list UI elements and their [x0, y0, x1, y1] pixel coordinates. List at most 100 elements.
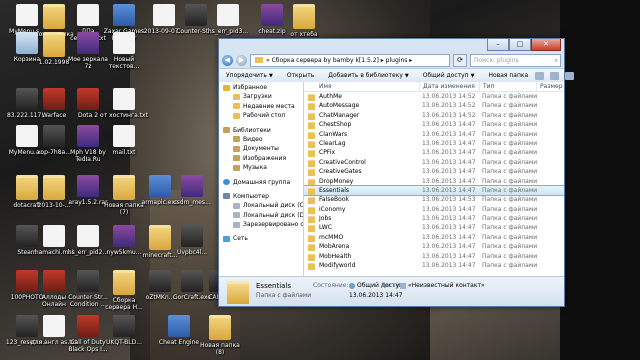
computer-icon — [223, 193, 230, 200]
archive-icon — [113, 225, 135, 247]
nav-item[interactable]: Локальный диск (C:) — [219, 201, 303, 210]
minimize-button[interactable]: – — [487, 39, 509, 51]
nav-item[interactable]: Музыка — [219, 163, 303, 172]
table-row[interactable]: mcMMO 13.06.2013 14:47 Папка с файлами — [304, 233, 564, 242]
back-button[interactable]: ◀ — [222, 54, 233, 66]
address-path: « Сборка сервера by bamby k[1.5.2] ▸ plu… — [266, 56, 413, 64]
desktop-icon[interactable]: Новый текстов... — [100, 32, 148, 70]
table-row[interactable]: MobArena 13.06.2013 14:47 Папка с файлами — [304, 242, 564, 252]
file-name: AuthMe — [319, 93, 342, 100]
window-controls: – □ ✕ — [487, 39, 561, 51]
close-button[interactable]: ✕ — [531, 39, 561, 51]
table-row[interactable]: ChatManager 13.06.2013 14:52 Папка с файла… — [304, 111, 564, 120]
nav-item[interactable]: Рабочий стол — [219, 111, 303, 120]
file-type: Папка с файлами — [482, 93, 538, 100]
table-row[interactable]: AutoMessage 13.06.2013 14:52 Папка с файла… — [304, 101, 564, 111]
table-row[interactable]: iConomy 13.06.2013 14:47 Папка с файлами — [304, 205, 564, 214]
file-type: Папка с файлами — [482, 196, 538, 204]
table-row[interactable]: LWC 13.06.2013 14:47 Папка с файлами — [304, 223, 564, 233]
table-row[interactable]: ClanWars 13.06.2013 14:47 Папка с файлами — [304, 130, 564, 139]
desktop-icon[interactable]: от хостинга.txt — [100, 88, 148, 119]
nav-item[interactable]: Зарезервировано сис — [219, 220, 303, 229]
column-name[interactable]: Имя — [316, 82, 332, 91]
share-button[interactable]: Общий доступ ▼ — [416, 72, 482, 79]
file-type: Папка с файлами — [482, 158, 538, 166]
nav-item[interactable]: Загрузки — [219, 92, 303, 101]
table-row[interactable]: ClearLag 13.06.2013 14:47 Папка с файлами — [304, 139, 564, 148]
desktop-icon[interactable]: csdm_mes... — [168, 175, 216, 206]
nav-item[interactable]: Сеть — [219, 234, 303, 243]
file-date: 13.06.2013 14:47 — [422, 224, 476, 232]
table-row[interactable]: CPFix 13.06.2013 14:47 Папка с файлами — [304, 148, 564, 158]
table-row[interactable]: Essentials 13.06.2013 14:47 Папка с файлам… — [304, 184, 564, 197]
document-icon — [77, 225, 99, 247]
column-size[interactable]: Размер — [536, 82, 563, 91]
nav-item[interactable]: Компьютер — [219, 192, 303, 201]
document-icon — [77, 4, 99, 26]
desktop-icon-label: UKQT-BLD... — [106, 339, 142, 346]
desktop-icon[interactable]: от хтеба — [280, 4, 328, 38]
preview-pane-icon[interactable] — [550, 71, 560, 80]
open-button[interactable]: Открыть — [280, 72, 321, 79]
column-date[interactable]: Дата изменения — [419, 82, 475, 91]
nav-item[interactable]: Недавние места — [219, 102, 303, 111]
address-row: ◀ ▶ « Сборка сервера by bamby k[1.5.2] ▸… — [222, 53, 561, 67]
table-row[interactable]: Jobs 13.06.2013 14:47 Папка с файлами — [304, 214, 564, 224]
desktop-icon-label: от хостинга.txt — [100, 112, 148, 119]
organize-button[interactable]: Упорядочить ▼ — [219, 72, 280, 79]
library-icon — [233, 164, 240, 171]
nav-item[interactable]: Домашняя группа — [219, 178, 303, 187]
star-icon — [223, 84, 230, 91]
nav-item[interactable]: Библиотеки — [219, 126, 303, 135]
new-folder-button[interactable]: Новая папка — [481, 72, 535, 79]
folder-icon — [233, 93, 240, 100]
table-row[interactable]: DropMoney 13.06.2013 14:47 Папка с файлами — [304, 177, 564, 186]
desktop-icon-label: Новый текстов... — [108, 56, 140, 70]
desktop-icon[interactable]: UKQT-BLD... — [100, 315, 148, 346]
nav-item-label: Загрузки — [243, 93, 272, 101]
file-type: Папка с файлами — [482, 233, 538, 241]
app-icon — [168, 315, 190, 337]
desktop-icon[interactable]: Uvpbc4l... — [168, 225, 216, 256]
file-date: 13.06.2013 14:52 — [422, 93, 476, 100]
view-options-icon[interactable] — [535, 71, 545, 80]
file-type: Папка с файлами — [482, 102, 538, 110]
nav-item[interactable]: Локальный диск (D:) — [219, 211, 303, 220]
view-controls — [535, 71, 580, 80]
refresh-button[interactable]: ⟳ — [453, 53, 467, 67]
table-row[interactable]: MobHealth 13.06.2013 14:47 Папка с файлами — [304, 252, 564, 261]
window-titlebar[interactable]: – □ ✕ — [219, 39, 564, 52]
details-name: Essentials — [256, 282, 292, 290]
table-row[interactable]: ChestShop 13.06.2013 14:47 Папка с файлами — [304, 120, 564, 130]
table-row[interactable]: AuthMe 13.06.2013 14:52 Папка с файлами — [304, 92, 564, 101]
file-date: 13.06.2013 14:47 — [422, 158, 476, 166]
table-row[interactable]: CreativeControl 13.06.2013 14:47 Папка с ф… — [304, 158, 564, 167]
folder-icon — [308, 263, 315, 271]
table-row[interactable]: Modifyworld 13.06.2013 14:47 Папка с файла… — [304, 261, 564, 271]
folder-icon — [308, 131, 315, 139]
search-input[interactable]: Поиск: plugins ⌕ — [470, 53, 561, 67]
forward-button[interactable]: ▶ — [236, 54, 247, 66]
folder-icon — [227, 281, 249, 304]
maximize-button[interactable]: □ — [509, 39, 531, 51]
desktop-icon[interactable]: Новая папка (8) — [196, 315, 244, 356]
table-row[interactable]: FalseBook 13.06.2013 14:53 Папка с файлами — [304, 195, 564, 205]
add-to-library-button[interactable]: Добавить в библиотеку ▼ — [321, 72, 415, 79]
nav-item[interactable]: Избранное — [219, 83, 303, 92]
file-type: Папка с файлами — [482, 168, 538, 176]
desktop-icon[interactable]: mail.txt — [100, 125, 148, 156]
file-type: Папка с файлами — [482, 177, 538, 185]
column-type[interactable]: Тип — [479, 82, 495, 91]
desktop-icon[interactable]: hs_err_pid3... — [204, 4, 252, 35]
details-state-label: Состояние: — [313, 282, 349, 289]
nav-item[interactable]: Документы — [219, 144, 303, 153]
address-bar[interactable]: « Сборка сервера by bamby k[1.5.2] ▸ plu… — [250, 53, 450, 67]
nav-item[interactable]: Изображения — [219, 154, 303, 163]
nav-item[interactable]: Видео — [219, 135, 303, 144]
folder-icon — [308, 197, 315, 205]
table-row[interactable]: CreativeGates 13.06.2013 14:47 Папка с фай… — [304, 167, 564, 177]
document-icon — [43, 315, 65, 337]
app-icon — [77, 88, 99, 110]
help-icon[interactable] — [565, 71, 575, 80]
